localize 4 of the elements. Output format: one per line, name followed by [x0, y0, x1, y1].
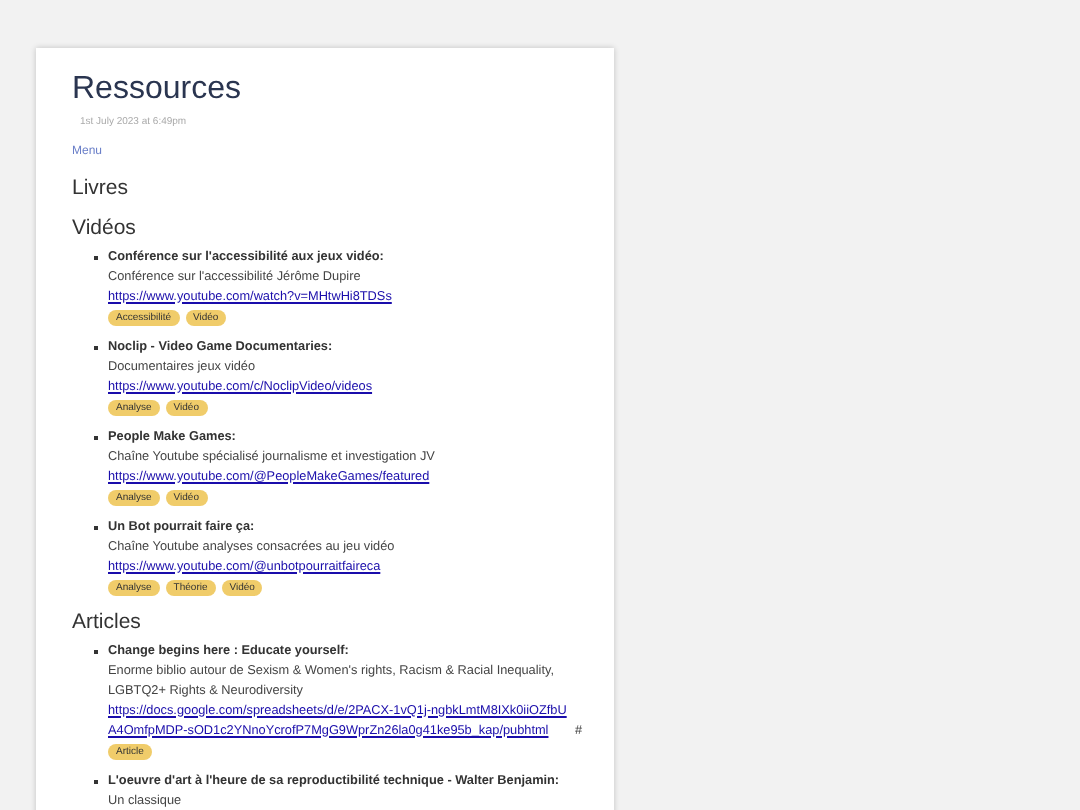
section-heading: Livres: [72, 173, 131, 201]
section-heading: Vidéos: [72, 213, 138, 241]
section-heading: Articles: [72, 607, 143, 635]
page-title: Ressources: [72, 72, 243, 108]
